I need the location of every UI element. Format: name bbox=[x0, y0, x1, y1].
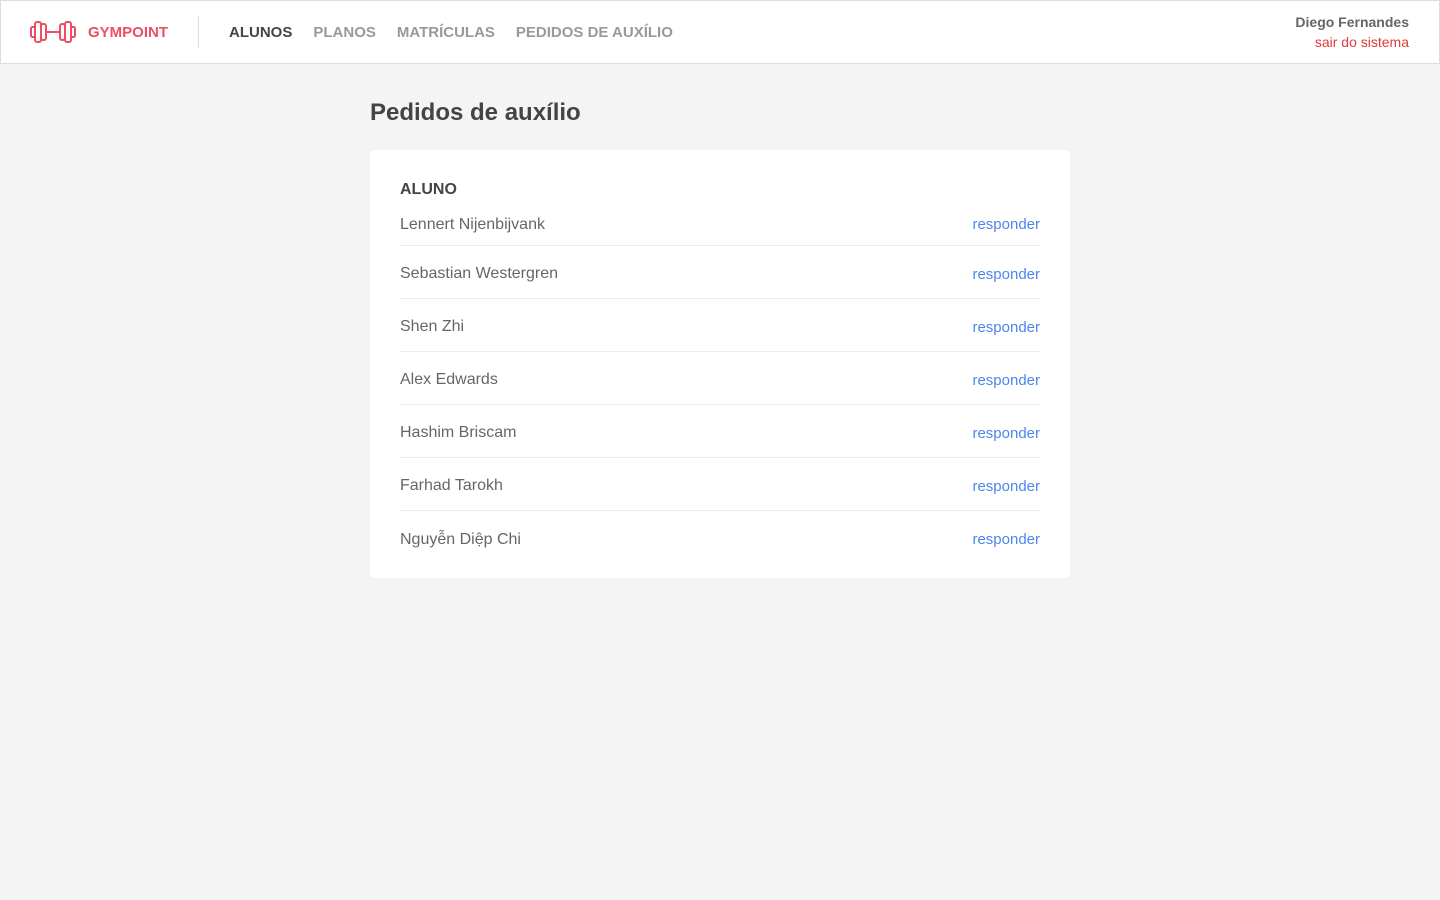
nav-item-planos[interactable]: PLANOS bbox=[313, 24, 376, 41]
help-orders-table: ALUNO Lennert Nijenbijvank responder Seb… bbox=[370, 150, 1070, 578]
table-row: Nguyễn Diệp Chi responder bbox=[400, 511, 1040, 564]
table-row: Hashim Briscam responder bbox=[400, 405, 1040, 458]
reply-link[interactable]: responder bbox=[972, 425, 1040, 442]
table-row: Farhad Tarokh responder bbox=[400, 458, 1040, 511]
brand-name: GYMPOINT bbox=[88, 23, 169, 41]
nav-item-alunos[interactable]: ALUNOS bbox=[229, 24, 292, 41]
student-name: Farhad Tarokh bbox=[400, 477, 503, 494]
table-body: Lennert Nijenbijvank responder Sebastian… bbox=[400, 200, 1040, 564]
nav-item-pedidos-de-auxilio[interactable]: PEDIDOS DE AUXÍLIO bbox=[516, 24, 673, 41]
student-name: Hashim Briscam bbox=[400, 424, 517, 441]
reply-link[interactable]: responder bbox=[972, 216, 1040, 233]
top-header: GYMPOINT ALUNOS PLANOS MATRÍCULAS PEDIDO… bbox=[0, 0, 1440, 64]
reply-link[interactable]: responder bbox=[972, 266, 1040, 283]
brand[interactable]: GYMPOINT bbox=[1, 16, 200, 48]
reply-link[interactable]: responder bbox=[972, 372, 1040, 389]
student-name: Sebastian Westergren bbox=[400, 265, 559, 282]
logout-link[interactable]: sair do sistema bbox=[1295, 32, 1409, 52]
table-row: Sebastian Westergren responder bbox=[400, 246, 1040, 299]
user-profile: Diego Fernandes sair do sistema bbox=[1295, 12, 1409, 52]
user-name: Diego Fernandes bbox=[1295, 14, 1409, 30]
table-row: Alex Edwards responder bbox=[400, 352, 1040, 405]
student-name: Lennert Nijenbijvank bbox=[400, 215, 545, 233]
table-row: Shen Zhi responder bbox=[400, 299, 1040, 352]
student-name: Nguyễn Diệp Chi bbox=[400, 530, 521, 548]
column-header-aluno: ALUNO bbox=[400, 181, 457, 198]
page-title: Pedidos de auxílio bbox=[370, 99, 581, 126]
dumbbell-icon bbox=[30, 20, 76, 44]
table-row: Lennert Nijenbijvank responder bbox=[400, 200, 1040, 246]
reply-link[interactable]: responder bbox=[972, 319, 1040, 336]
student-name: Alex Edwards bbox=[400, 371, 498, 388]
student-name: Shen Zhi bbox=[400, 318, 465, 335]
main-nav: ALUNOS PLANOS MATRÍCULAS PEDIDOS DE AUXÍ… bbox=[229, 24, 694, 41]
nav-item-matriculas[interactable]: MATRÍCULAS bbox=[397, 24, 495, 41]
reply-link[interactable]: responder bbox=[972, 478, 1040, 495]
main-content: Pedidos de auxílio ALUNO Lennert Nijenbi… bbox=[370, 98, 1070, 578]
reply-link[interactable]: responder bbox=[972, 531, 1040, 548]
